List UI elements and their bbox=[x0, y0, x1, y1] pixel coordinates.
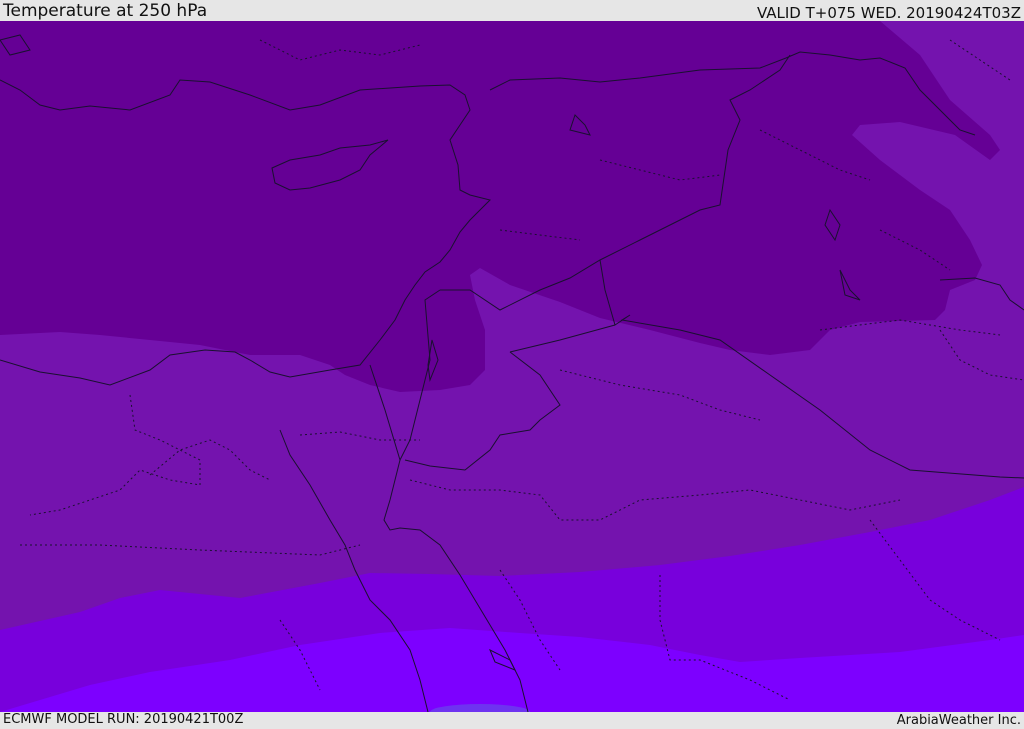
valid-time: VALID T+075 WED. 20190424T03Z bbox=[756, 4, 1021, 22]
header-bar: Temperature at 250 hPa VALID T+075 WED. … bbox=[0, 0, 1024, 21]
map-panel[interactable] bbox=[0, 21, 1024, 712]
footer-bar: ECMWF MODEL RUN: 20190421T00Z ArabiaWeat… bbox=[0, 712, 1024, 729]
map-title: Temperature at 250 hPa bbox=[3, 1, 208, 21]
temperature-map[interactable] bbox=[0, 21, 1024, 712]
credit-label: ArabiaWeather Inc. bbox=[896, 713, 1021, 728]
model-run-label: ECMWF MODEL RUN: 20190421T00Z bbox=[3, 712, 244, 727]
